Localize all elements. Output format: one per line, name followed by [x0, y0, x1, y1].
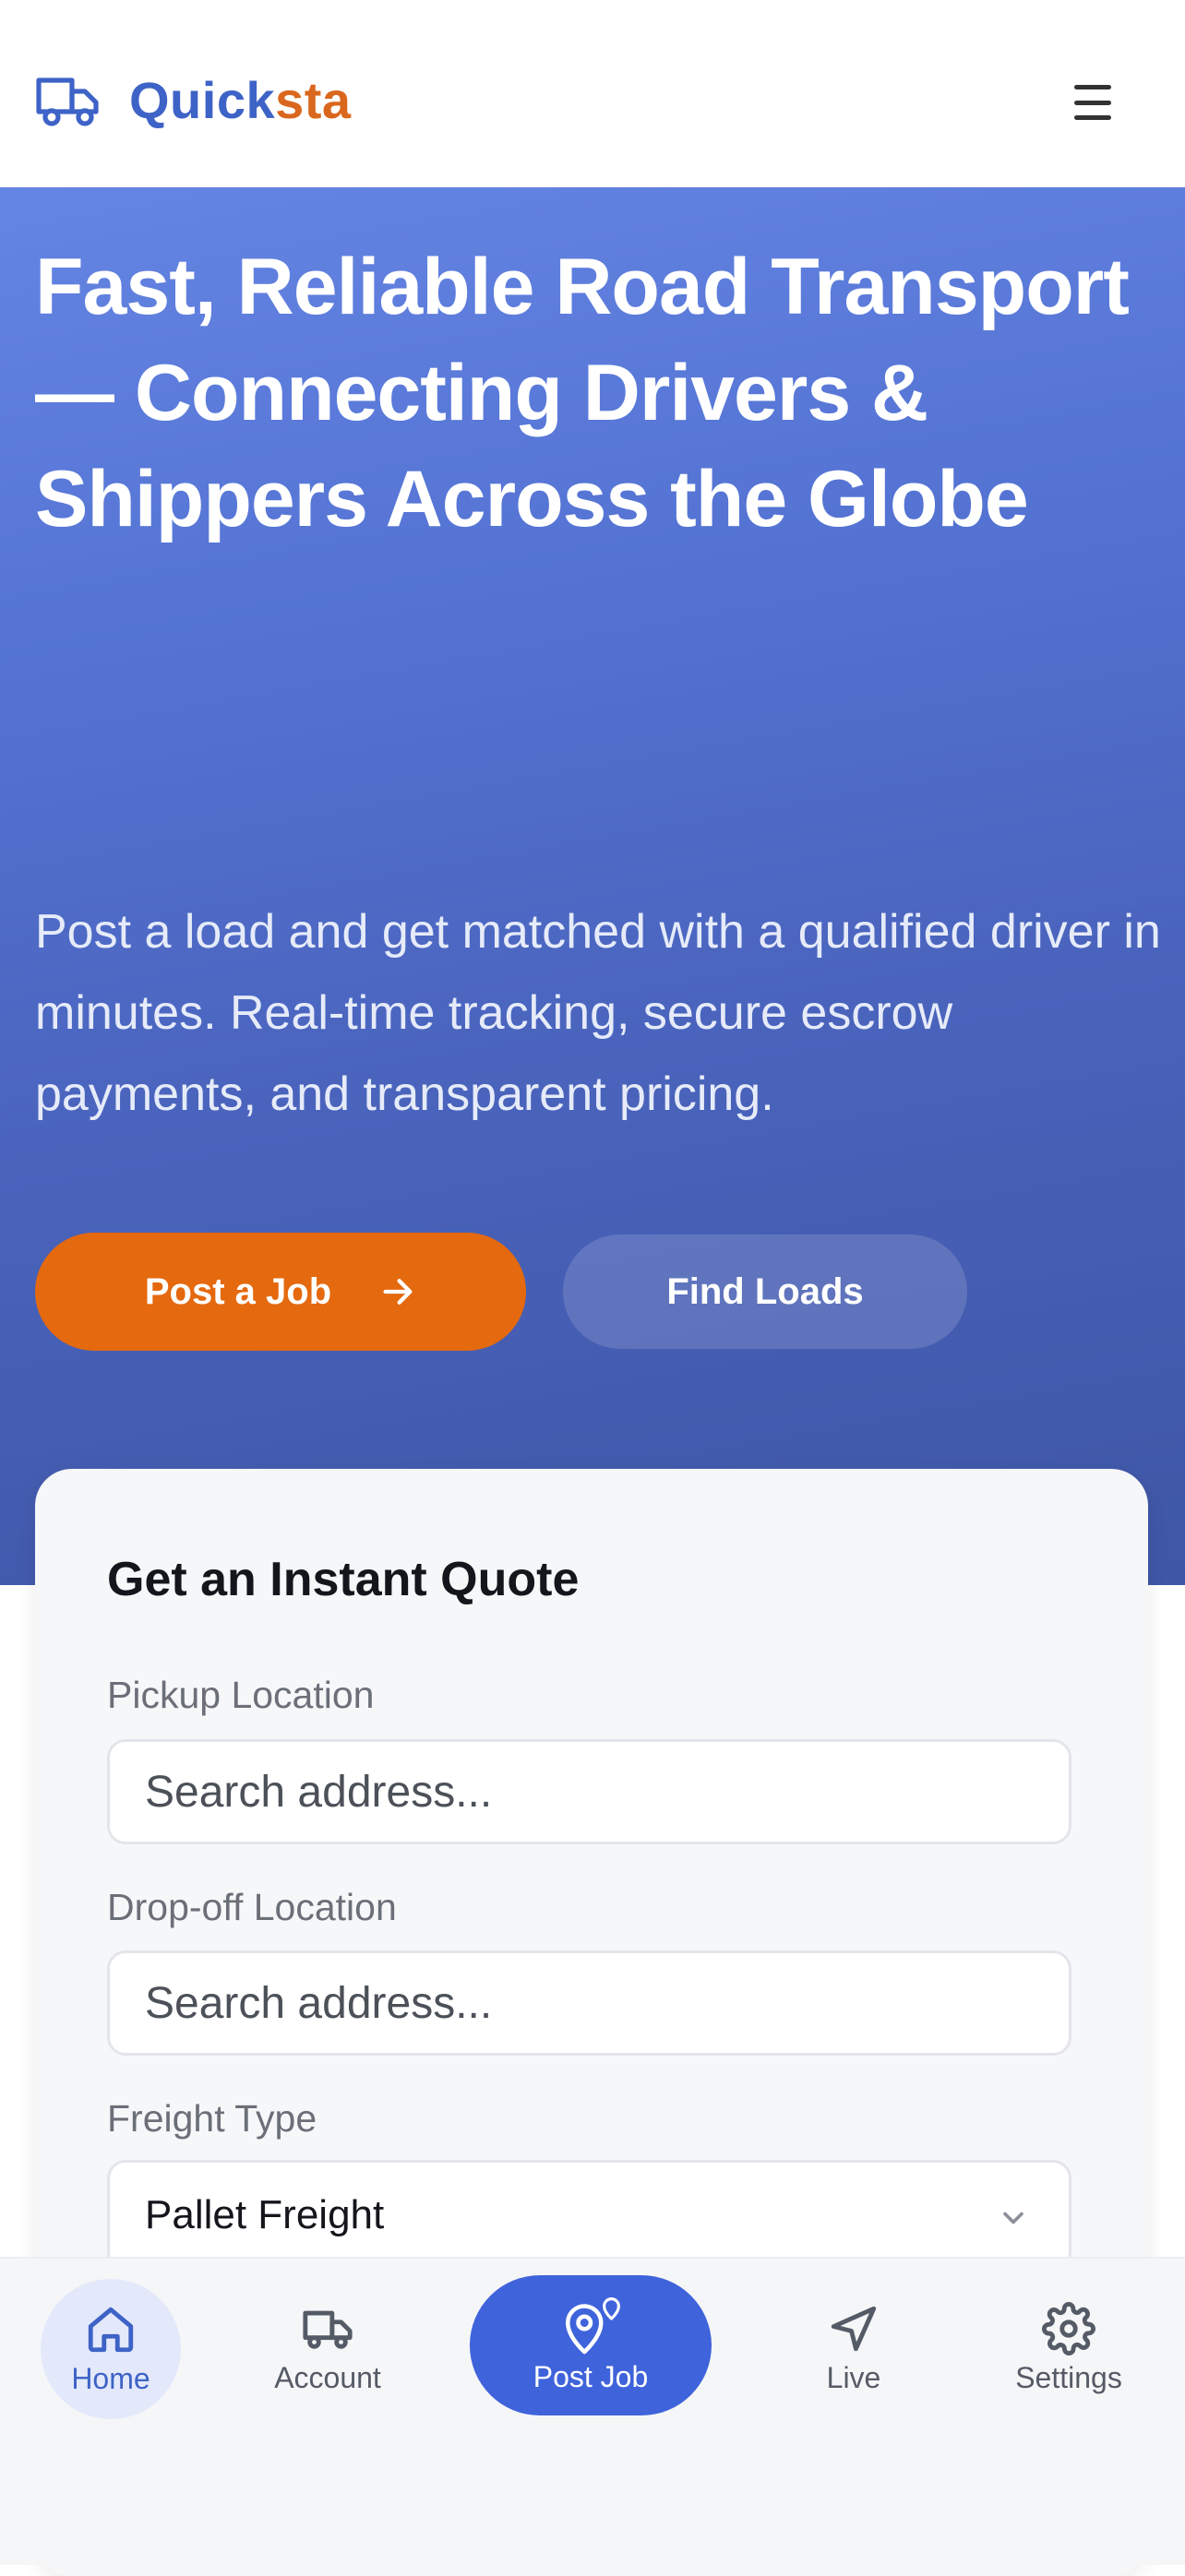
dropoff-location-label: Drop-off Location: [107, 1886, 397, 1928]
find-loads-button-label: Find Loads: [666, 1270, 864, 1312]
map-pin-icon: [566, 2296, 620, 2354]
brand-name-part1: Quick: [129, 71, 276, 129]
brand-name: Quicksta: [129, 70, 352, 130]
nav-item-post-job[interactable]: Post Job: [470, 2275, 712, 2415]
freight-type-label: Freight Type: [107, 2097, 317, 2140]
nav-item-label: Settings: [1015, 2360, 1122, 2394]
pickup-location-label: Pickup Location: [107, 1674, 375, 1716]
post-job-button[interactable]: Post a Job: [35, 1233, 526, 1351]
hamburger-menu-icon[interactable]: [1069, 81, 1117, 124]
brand-logo[interactable]: Quicksta: [35, 70, 352, 130]
pickup-location-input[interactable]: [107, 1739, 1071, 1844]
app-header: Quicksta: [0, 0, 1185, 187]
nav-item-label: Account: [274, 2360, 381, 2394]
nav-item-settings[interactable]: Settings: [995, 2279, 1143, 2417]
quote-card-title: Get an Instant Quote: [107, 1553, 580, 1606]
nav-item-label: Post Job: [533, 2359, 649, 2393]
truck-icon: [303, 2310, 353, 2349]
nav-item-home[interactable]: Home: [41, 2279, 181, 2419]
chevron-down-icon: [1003, 2212, 1023, 2224]
arrow-right-icon: [383, 1279, 413, 1305]
freight-type-value: Pallet Freight: [145, 2192, 385, 2237]
home-icon: [88, 2307, 134, 2352]
navigation-arrow-icon: [831, 2306, 877, 2351]
post-job-button-label: Post a Job: [144, 1270, 332, 1312]
nav-item-label: Home: [71, 2361, 150, 2395]
nav-item-account[interactable]: Account: [254, 2279, 401, 2417]
truck-icon: [36, 77, 99, 126]
brand-name-part2: sta: [275, 71, 352, 129]
hero-subtitle: Post a load and get matched with a quali…: [35, 905, 1161, 1121]
gear-icon: [1042, 2301, 1095, 2355]
find-loads-button[interactable]: Find Loads: [563, 1234, 967, 1349]
dropoff-location-input[interactable]: [107, 1950, 1071, 2056]
freight-type-select[interactable]: Pallet Freight: [107, 2160, 1071, 2271]
nav-item-live[interactable]: Live: [780, 2279, 928, 2417]
nav-item-label: Live: [826, 2360, 881, 2394]
hero-title: Fast, Reliable Road Transport — Connecti…: [35, 243, 1130, 543]
